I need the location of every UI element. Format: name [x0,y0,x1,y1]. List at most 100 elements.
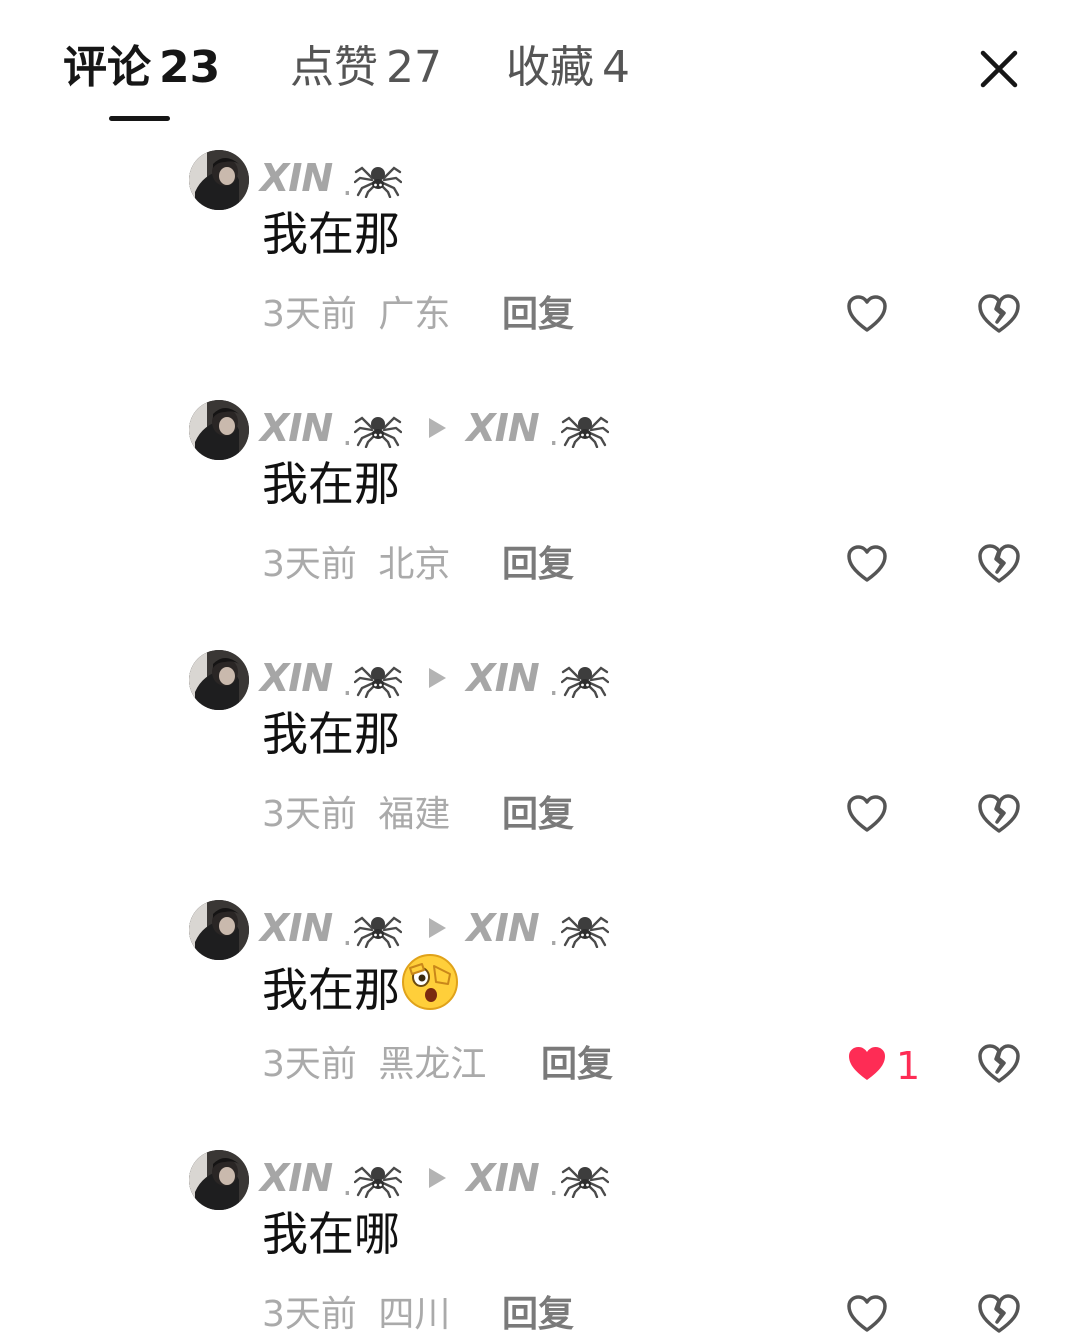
author-dot: . [342,915,353,953]
tab-bar: 评论 23 点赞 27 收藏 4 [0,0,1080,140]
comment-text: 我在那 [262,952,460,1028]
like-button[interactable] [846,542,896,590]
author-dot: . [342,415,353,453]
avatar[interactable] [189,400,249,460]
reply-button[interactable]: 回复 [502,790,574,840]
tab-favorites-count: 4 [602,42,630,93]
author-row: XIN . [260,148,403,208]
comment-sheet: 评论 23 点赞 27 收藏 4 XIN . 我在那 3天前 广东 回复 XIN… [0,0,1080,1342]
avatar[interactable] [189,1150,249,1210]
avatar[interactable] [189,650,249,710]
dislike-button[interactable] [977,1292,1021,1336]
comment-text: 我在那 [262,452,400,516]
spider-emoji-icon [560,908,610,949]
comment-meta: 3天前 福建 [262,790,450,840]
spider-emoji-icon [354,158,403,199]
comment-item: XIN . 我在那 3天前 广东 回复 [0,150,1080,400]
comment-text-content: 我在那 [262,963,400,1017]
broken-heart-icon [978,544,1020,583]
reply-button[interactable]: 回复 [502,540,574,590]
close-icon [980,50,1018,88]
reply-to-dot: . [548,915,559,953]
author-dot: . [342,1165,353,1203]
comment-item: XIN . XIN . 我在那 3天前 黑龙江 回复 1 [0,900,1080,1150]
author-name[interactable]: XIN [260,1156,333,1200]
author-row: XIN . XIN . [260,898,610,958]
spider-emoji-icon [354,408,403,449]
spider-emoji-icon [560,1158,610,1199]
comment-text-content: 我在那 [262,457,400,511]
broken-heart-icon [978,1294,1020,1333]
comment-location: 广东 [378,294,451,335]
tab-comments[interactable]: 评论 23 [63,38,220,98]
like-button[interactable] [846,292,896,340]
comment-location: 北京 [378,544,451,585]
comment-text: 我在哪 [262,1202,400,1266]
comment-list[interactable]: XIN . 我在那 3天前 广东 回复 XIN . XIN . 我在那 3天前 … [0,130,1080,1342]
like-button[interactable] [846,1292,896,1340]
comment-text-content: 我在哪 [262,1207,400,1261]
comment-time: 3天前 [262,1044,357,1085]
broken-heart-icon [978,294,1020,333]
avatar[interactable] [189,150,249,210]
comment-text-content: 我在那 [262,207,400,261]
heart-icon [846,544,888,588]
spider-emoji-icon [560,658,610,699]
reply-button[interactable]: 回复 [541,1040,613,1090]
author-name[interactable]: XIN [260,156,333,200]
author-name[interactable]: XIN [260,656,333,700]
dislike-button[interactable] [977,542,1021,586]
heart-icon [846,294,888,338]
reply-button[interactable]: 回复 [502,1290,574,1340]
reply-to-dot: . [548,1165,559,1203]
dislike-button[interactable] [977,292,1021,336]
broken-heart-icon [978,794,1020,833]
author-row: XIN . XIN . [260,648,610,708]
heart-icon [846,794,888,838]
reply-to-dot: . [548,665,559,703]
reply-to-name[interactable]: XIN [466,406,539,450]
spider-emoji-icon [354,658,403,699]
like-button[interactable] [846,792,896,840]
comment-meta: 3天前 北京 [262,540,450,590]
like-button[interactable]: 1 [846,1042,920,1090]
close-button[interactable] [978,48,1020,90]
dislike-button[interactable] [977,792,1021,836]
comment-item: XIN . XIN . 我在那 3天前 北京 回复 [0,400,1080,650]
author-dot: . [342,665,353,703]
active-tab-indicator [109,116,170,121]
tab-favorites[interactable]: 收藏 4 [506,38,630,98]
comment-meta: 3天前 四川 [262,1290,450,1340]
comment-time: 3天前 [262,794,357,835]
reply-arrow-icon [426,1166,448,1190]
comment-text: 我在那 [262,202,400,266]
avatar[interactable] [189,900,249,960]
author-name[interactable]: XIN [260,906,333,950]
tab-likes-count: 27 [386,42,442,93]
reply-arrow-icon [426,416,448,440]
heart-icon [846,1044,888,1088]
tab-likes[interactable]: 点赞 27 [290,38,442,98]
broken-heart-icon [978,1044,1020,1083]
reply-to-name[interactable]: XIN [466,1156,539,1200]
author-row: XIN . XIN . [260,398,610,458]
tab-likes-label: 点赞 [290,42,378,93]
reply-to-name[interactable]: XIN [466,906,539,950]
reply-arrow-icon [426,666,448,690]
comment-meta: 3天前 广东 [262,290,450,340]
reply-button[interactable]: 回复 [502,290,574,340]
spider-emoji-icon [560,408,610,449]
author-dot: . [342,165,353,203]
tab-comments-count: 23 [159,42,221,93]
comment-item: XIN . XIN . 我在那 3天前 福建 回复 [0,650,1080,900]
comment-time: 3天前 [262,544,357,585]
comment-location: 黑龙江 [378,1044,487,1085]
comment-location: 福建 [378,794,451,835]
dislike-button[interactable] [977,1042,1021,1086]
tab-favorites-label: 收藏 [506,42,594,93]
spider-emoji-icon [354,908,403,949]
author-name[interactable]: XIN [260,406,333,450]
comment-location: 四川 [378,1294,451,1335]
reply-arrow-icon [426,916,448,940]
reply-to-name[interactable]: XIN [466,656,539,700]
